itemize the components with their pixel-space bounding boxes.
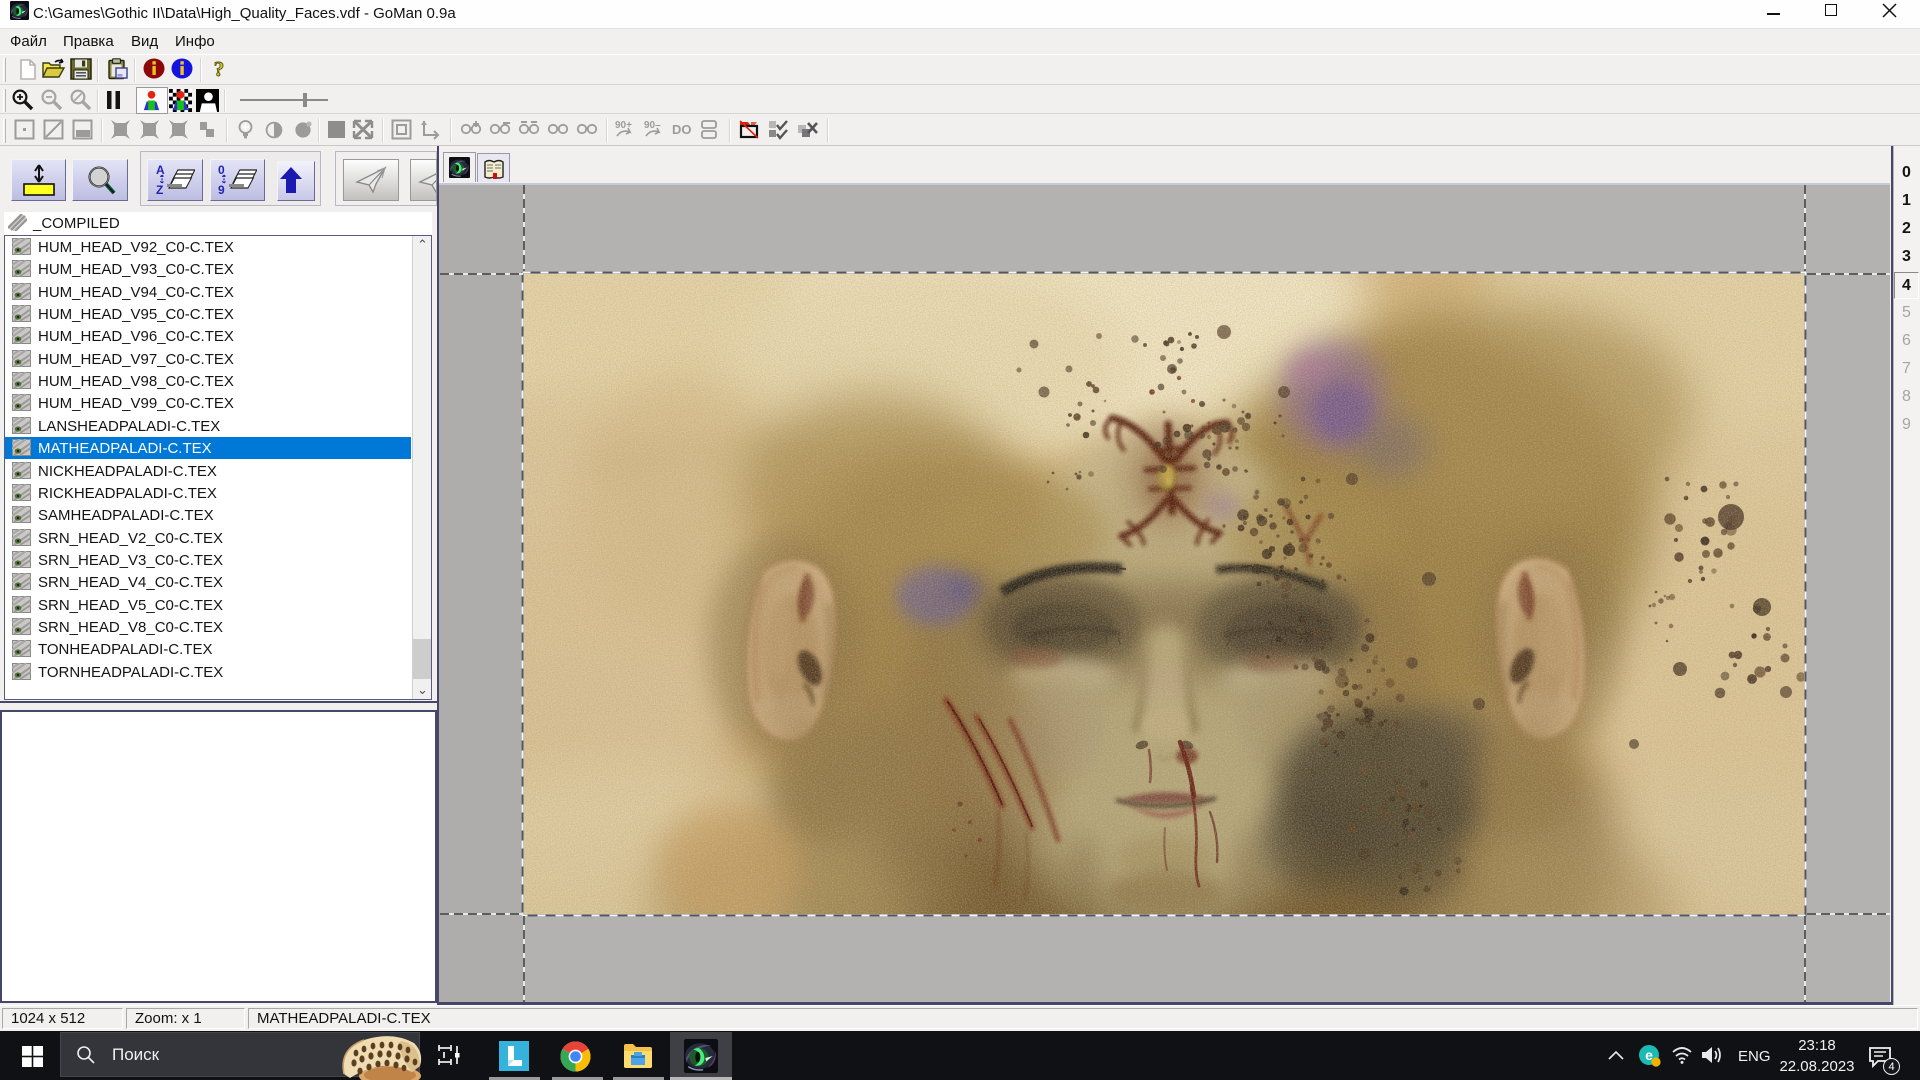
svg-text:A: A: [156, 163, 165, 177]
svg-text:DO: DO: [672, 122, 692, 137]
svg-text:9: 9: [218, 183, 225, 196]
svg-text:0: 0: [218, 163, 225, 177]
svg-text:?: ?: [214, 58, 225, 80]
svg-text:Z: Z: [156, 183, 163, 196]
